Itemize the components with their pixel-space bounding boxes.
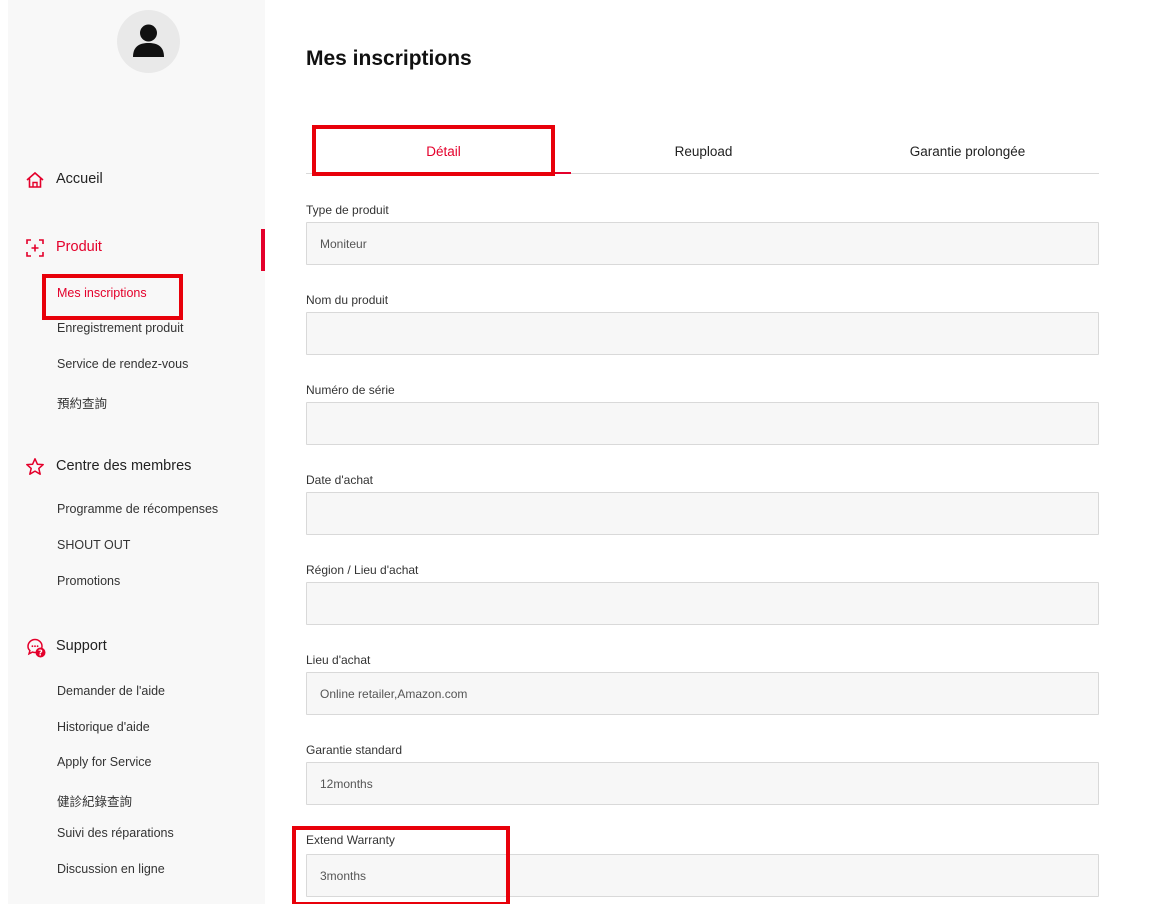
product-type-field[interactable]	[306, 222, 1099, 265]
nav-produit-label: Produit	[56, 239, 102, 255]
product-name-field[interactable]	[306, 312, 1099, 355]
standard-warranty-field[interactable]	[306, 762, 1099, 805]
field-label-garantie-standard: Garantie standard	[306, 743, 403, 757]
sidebar-item-discussion-en-ligne[interactable]: Discussion en ligne	[57, 862, 165, 876]
sidebar-item-mes-inscriptions[interactable]: Mes inscriptions	[57, 286, 147, 300]
sidebar-item-service-rendez-vous[interactable]: Service de rendez-vous	[57, 357, 188, 371]
home-icon	[25, 170, 45, 190]
sidebar: Accueil Produit Mes inscriptions Enregis…	[8, 0, 265, 904]
purchase-place-field[interactable]	[306, 672, 1099, 715]
field-label-lieu-achat: Lieu d'achat	[306, 653, 371, 667]
nav-support-label: Support	[56, 638, 107, 654]
sidebar-item-historique-aide[interactable]: Historique d'aide	[57, 720, 150, 734]
sidebar-item-programme-recompenses[interactable]: Programme de récompenses	[57, 502, 218, 516]
user-avatar[interactable]	[117, 10, 180, 73]
sidebar-item-apply-for-service[interactable]: Apply for Service	[57, 755, 151, 769]
sidebar-item-promotions[interactable]: Promotions	[57, 574, 120, 588]
sidebar-item-suivi-reparations[interactable]: Suivi des réparations	[57, 826, 174, 840]
sidebar-item-shout-out[interactable]: SHOUT OUT	[57, 538, 130, 552]
user-icon	[133, 24, 164, 57]
support-chat-icon: ?	[25, 637, 46, 658]
field-label-numero-serie: Numéro de série	[306, 383, 395, 397]
tab-garantie-prolongee[interactable]: Garantie prolongée	[836, 132, 1099, 174]
nav-accueil-label: Accueil	[56, 171, 103, 187]
field-label-nom-produit: Nom du produit	[306, 293, 389, 307]
active-section-indicator	[261, 229, 265, 271]
svg-text:?: ?	[38, 649, 43, 658]
serial-number-field[interactable]	[306, 402, 1099, 445]
star-icon	[25, 457, 45, 477]
sidebar-item-enregistrement-produit[interactable]: Enregistrement produit	[57, 321, 183, 335]
page-title: Mes inscriptions	[306, 47, 472, 70]
extend-warranty-field[interactable]	[306, 854, 1099, 897]
nav-centre-membres-label: Centre des membres	[56, 458, 192, 474]
product-icon	[25, 238, 45, 258]
tab-bar: Détail Reupload Garantie prolongée	[306, 132, 1099, 174]
sidebar-item-reservation-query[interactable]: 預約查詢	[57, 393, 107, 412]
field-label-region-lieu-achat: Région / Lieu d'achat	[306, 563, 419, 577]
sidebar-item-demander-aide[interactable]: Demander de l'aide	[57, 684, 165, 698]
purchase-date-field[interactable]	[306, 492, 1099, 535]
field-label-extend-warranty: Extend Warranty	[306, 833, 395, 847]
field-label-type-produit: Type de produit	[306, 203, 389, 217]
sidebar-item-health-records[interactable]: 健診紀錄查詢	[57, 791, 132, 810]
purchase-region-field[interactable]	[306, 582, 1099, 625]
tab-detail[interactable]: Détail	[316, 132, 571, 174]
field-label-date-achat: Date d'achat	[306, 473, 374, 487]
tab-reupload[interactable]: Reupload	[571, 132, 836, 174]
